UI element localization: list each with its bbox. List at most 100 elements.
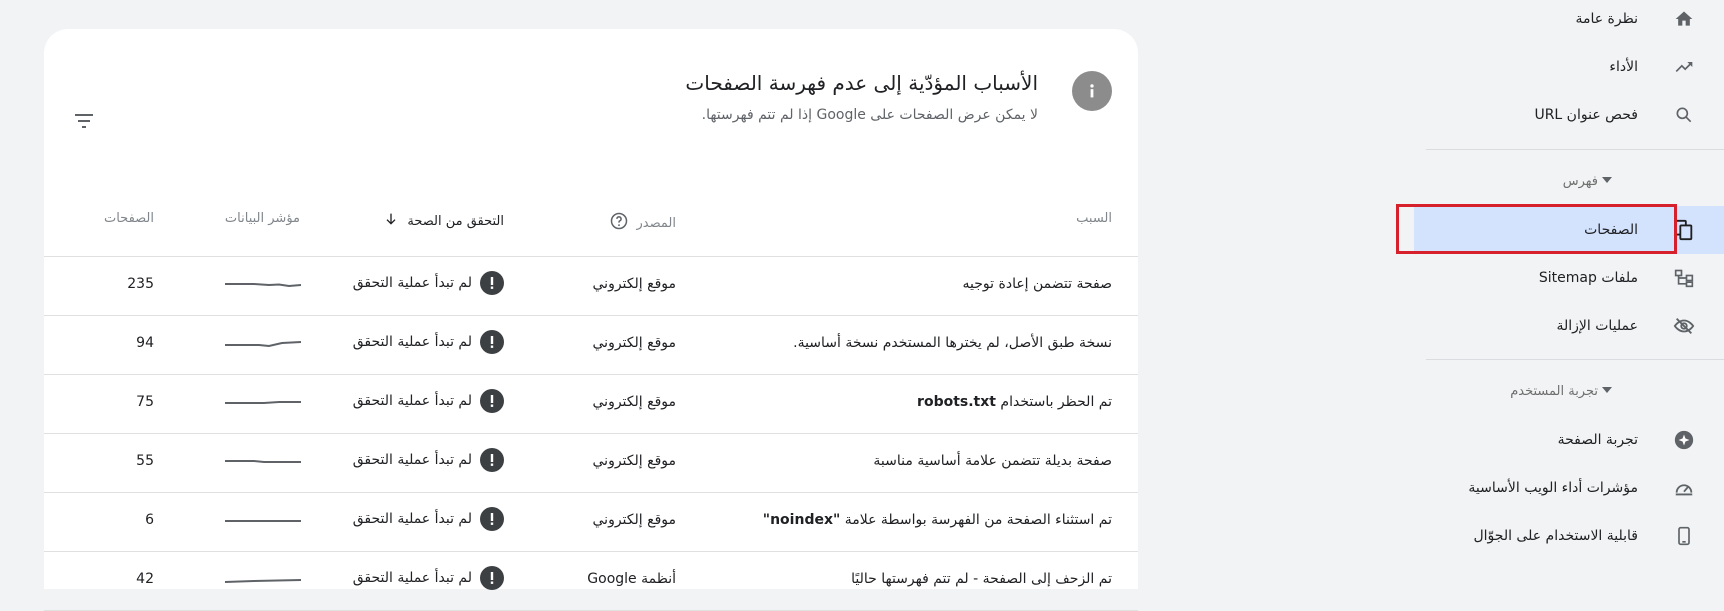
row-pages-count: 55 <box>136 453 154 469</box>
filter-icon[interactable] <box>70 107 98 135</box>
validation-status: لم تبدأ عملية التحقق <box>352 393 472 409</box>
sidebar-item-label: نظرة عامة <box>1575 11 1638 27</box>
search-icon <box>1672 103 1696 127</box>
trend-sparkline <box>224 269 302 303</box>
column-label: التحقق من الصحة <box>407 213 504 229</box>
sitemap-icon <box>1672 266 1696 290</box>
sidebar-nav: نظرة عامة الأداء فحص عنوان URL فهرس الصف… <box>1396 0 1724 568</box>
sidebar-item-mobile-usability[interactable]: قابلية الاستخدام على الجوّال <box>1426 512 1724 560</box>
reason-token: "noindex" <box>762 512 841 528</box>
table-row[interactable]: نسخة طبق الأصل، لم يخترها المستخدم نسخة … <box>44 316 1138 375</box>
trend-sparkline <box>224 328 302 362</box>
sidebar-item-label: الصفحات <box>1584 222 1638 238</box>
home-icon <box>1672 7 1696 31</box>
row-reason: صفحة تتضمن إعادة توجيه <box>962 276 1112 292</box>
section-experience-header[interactable]: تجربة المستخدم <box>1426 371 1724 411</box>
row-reason: تم الحظر باستخدام robots.txt <box>917 394 1112 410</box>
sidebar-item-performance[interactable]: الأداء <box>1426 43 1724 91</box>
sidebar-item-removals[interactable]: عمليات الإزالة <box>1426 302 1724 350</box>
row-source: موقع إلكتروني <box>592 276 677 292</box>
trend-sparkline <box>224 564 302 598</box>
column-header-reason[interactable]: السبب <box>1076 211 1112 226</box>
row-source: موقع إلكتروني <box>592 453 677 469</box>
row-reason: تم الزحف إلى الصفحة - لم تتم فهرستها حال… <box>851 571 1112 587</box>
info-icon[interactable] <box>1072 71 1112 111</box>
sidebar-item-overview[interactable]: نظرة عامة <box>1426 0 1724 43</box>
sidebar-item-url-inspection[interactable]: فحص عنوان URL <box>1426 91 1724 139</box>
sidebar-item-pages[interactable]: الصفحات <box>1396 204 1724 254</box>
table-row[interactable]: تم الزحف إلى الصفحة - لم تتم فهرستها حال… <box>44 552 1138 611</box>
row-validation: لم تبدأ عملية التحقق <box>353 271 504 295</box>
validation-status: لم تبدأ عملية التحقق <box>352 452 472 468</box>
sidebar-item-label: عمليات الإزالة <box>1556 318 1639 334</box>
validation-status: لم تبدأ عملية التحقق <box>352 275 472 291</box>
column-header-trend[interactable]: مؤشر البيانات <box>225 211 300 226</box>
mobile-icon <box>1672 524 1696 548</box>
sidebar-item-label: تجربة الصفحة <box>1557 432 1638 448</box>
column-header-pages[interactable]: الصفحات <box>104 211 154 226</box>
row-reason: نسخة طبق الأصل، لم يخترها المستخدم نسخة … <box>793 335 1112 351</box>
validation-status: لم تبدأ عملية التحقق <box>352 334 472 350</box>
card-header: الأسباب المؤدّية إلى عدم فهرسة الصفحات ل… <box>44 29 1138 159</box>
section-label: فهرس <box>1562 173 1598 189</box>
row-source: موقع إلكتروني <box>592 394 677 410</box>
speedometer-icon <box>1672 476 1696 500</box>
sidebar-item-label: ملفات Sitemap <box>1538 270 1638 286</box>
reason-text: تم استثناء الصفحة من الفهرسة بواسطة علام… <box>844 512 1112 528</box>
table-row[interactable]: تم استثناء الصفحة من الفهرسة بواسطة علام… <box>44 493 1138 552</box>
pages-icon <box>1672 218 1696 242</box>
trend-sparkline <box>224 505 302 539</box>
sidebar-item-label: فحص عنوان URL <box>1534 107 1638 123</box>
row-source: موقع إلكتروني <box>592 335 677 351</box>
row-validation: لم تبدأ عملية التحقق <box>353 330 504 354</box>
row-source: أنظمة Google <box>587 571 676 587</box>
warning-icon <box>480 330 504 354</box>
row-validation: لم تبدأ عملية التحقق <box>353 389 504 413</box>
column-header-source[interactable]: المصدر <box>609 211 676 235</box>
row-pages-count: 6 <box>145 512 154 528</box>
row-pages-count: 42 <box>136 571 154 587</box>
table-row[interactable]: صفحة تتضمن إعادة توجيه موقع إلكتروني لم … <box>44 257 1138 316</box>
not-indexed-reasons-card: الأسباب المؤدّية إلى عدم فهرسة الصفحات ل… <box>44 29 1138 611</box>
row-validation: لم تبدأ عملية التحقق <box>353 507 504 531</box>
divider <box>1426 149 1724 150</box>
column-label: المصدر <box>636 215 676 231</box>
row-reason: صفحة بديلة تتضمن علامة أساسية مناسبة <box>873 453 1112 469</box>
column-header-validation[interactable]: التحقق من الصحة <box>383 211 504 231</box>
sidebar-item-page-experience[interactable]: تجربة الصفحة <box>1426 416 1724 464</box>
column-label: الصفحات <box>103 211 154 226</box>
section-index-header[interactable]: فهرس <box>1426 161 1724 201</box>
divider <box>1426 359 1724 360</box>
sidebar-item-label: الأداء <box>1609 59 1638 75</box>
sidebar-item-label: مؤشرات أداء الويب الأساسية <box>1468 480 1638 496</box>
row-validation: لم تبدأ عملية التحقق <box>353 448 504 472</box>
row-validation: لم تبدأ عملية التحقق <box>353 566 504 590</box>
help-icon[interactable] <box>609 211 629 235</box>
row-pages-count: 94 <box>136 335 154 351</box>
sidebar-item-label: قابلية الاستخدام على الجوّال <box>1473 528 1639 544</box>
table-row[interactable]: تم الحظر باستخدام robots.txt موقع إلكترو… <box>44 375 1138 434</box>
row-reason: تم استثناء الصفحة من الفهرسة بواسطة علام… <box>763 512 1112 528</box>
warning-icon <box>480 448 504 472</box>
trending-up-icon <box>1672 55 1696 79</box>
section-label: تجربة المستخدم <box>1510 383 1598 399</box>
card-subtitle: لا يمكن عرض الصفحات على Google إذا لم تت… <box>701 107 1038 123</box>
table-row[interactable]: صفحة بديلة تتضمن علامة أساسية مناسبة موق… <box>44 434 1138 493</box>
arrow-down-icon <box>383 211 399 231</box>
reason-token: robots.txt <box>917 394 996 410</box>
warning-icon <box>480 389 504 413</box>
row-pages-count: 235 <box>127 276 154 292</box>
warning-icon <box>480 271 504 295</box>
trend-sparkline <box>224 446 302 480</box>
caret-down-icon <box>1602 387 1612 393</box>
row-pages-count: 75 <box>136 394 154 410</box>
sidebar-item-sitemaps[interactable]: ملفات Sitemap <box>1426 254 1724 302</box>
validation-status: لم تبدأ عملية التحقق <box>352 511 472 527</box>
page-experience-icon <box>1672 428 1696 452</box>
caret-down-icon <box>1602 177 1612 183</box>
warning-icon <box>480 507 504 531</box>
column-label: السبب <box>1076 211 1112 226</box>
table-header: السبب المصدر التحقق من الصحة مؤشر البيان… <box>44 191 1138 257</box>
sidebar-item-core-web-vitals[interactable]: مؤشرات أداء الويب الأساسية <box>1426 464 1724 512</box>
column-label: مؤشر البيانات <box>224 211 300 226</box>
